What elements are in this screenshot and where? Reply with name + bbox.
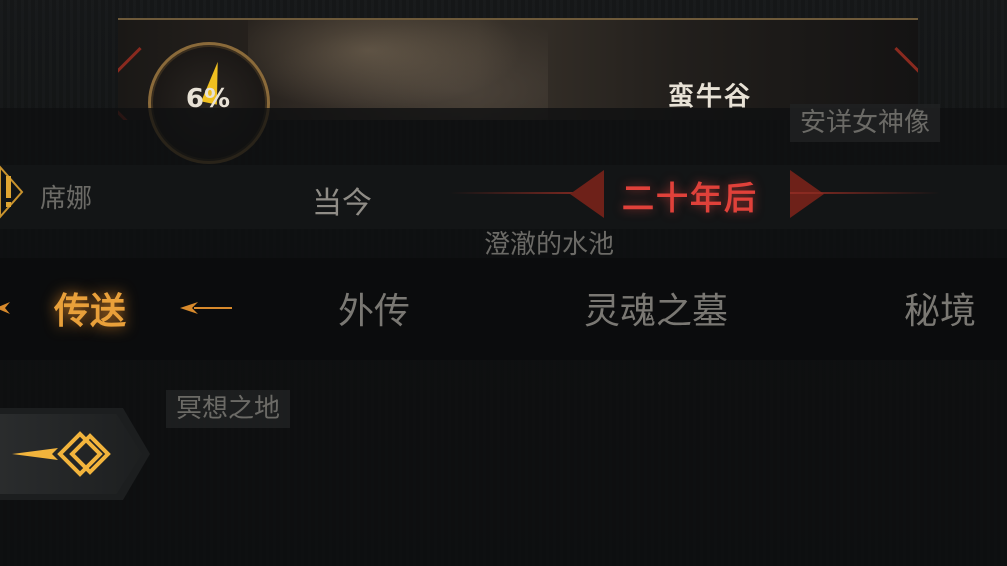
timeline-future[interactable]: 二十年后 [622,173,758,219]
waypoint-npc[interactable]: 席娜 [30,180,102,218]
timeline-bar [0,165,1007,229]
tab-arrow-right-icon [180,302,232,314]
waypoint-statue[interactable]: 安详女神像 [790,104,941,142]
timeline-current[interactable]: 当今 [312,178,372,222]
tab-side-story[interactable]: 外传 [338,282,410,334]
timeline-chevron-left [570,170,604,218]
exclamation-icon [0,165,24,219]
tab-soul-tomb[interactable]: 灵魂之墓 [584,282,728,334]
back-diamond-arrow-icon[interactable] [8,424,112,484]
timeline-chevron-right [790,170,824,218]
tab-secret-realm[interactable]: 秘境 [904,282,976,334]
region-artwork [248,20,548,120]
tab-teleport[interactable]: 传送 [54,282,126,334]
category-tab-bar [0,258,1007,360]
timeline-deco-line-right [790,192,940,194]
tab-arrow-left-icon [0,302,10,314]
waypoint-meditation[interactable]: 冥想之地 [166,390,291,428]
